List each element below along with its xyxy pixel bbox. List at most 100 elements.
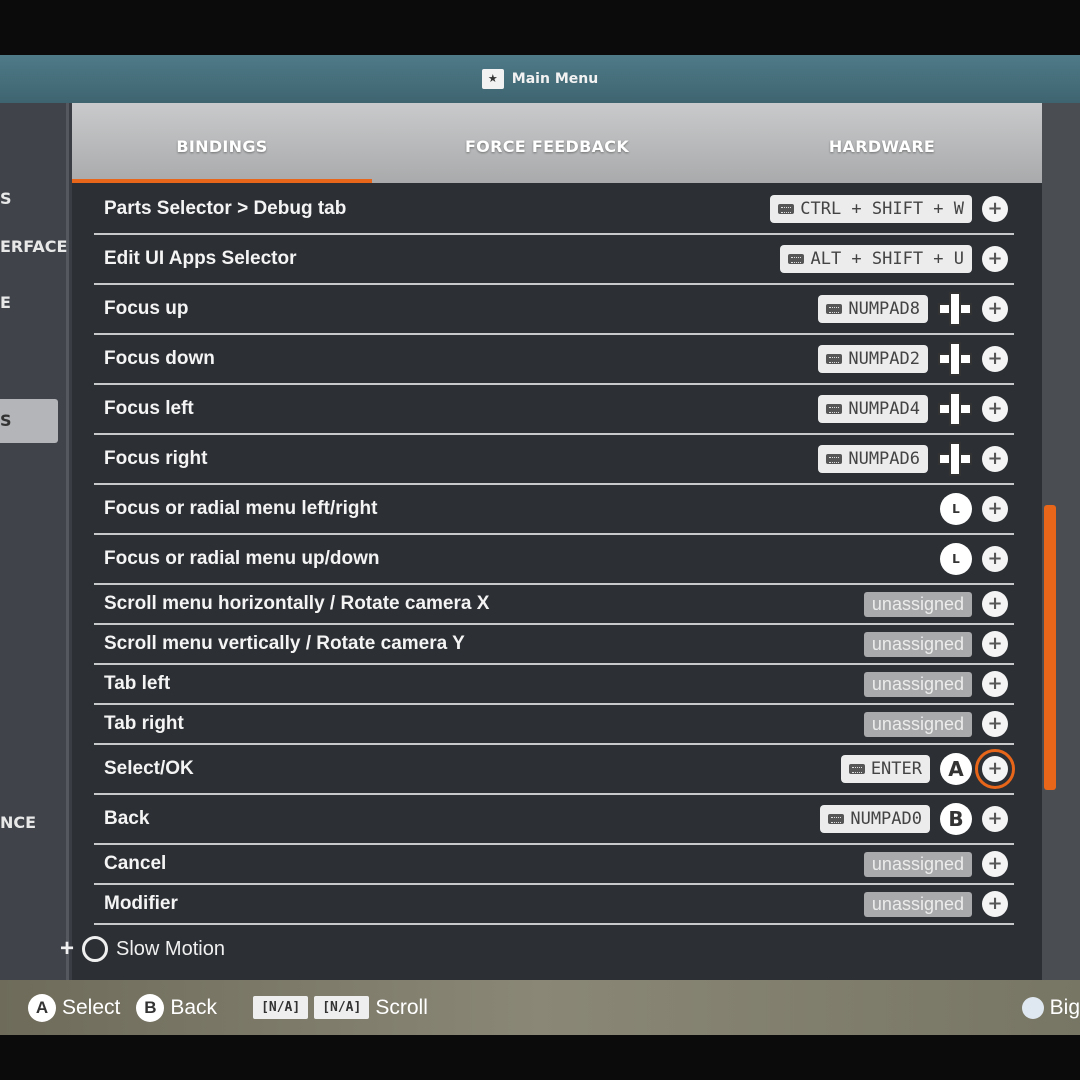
binding-label: Focus left [104,398,194,419]
dpad-icon[interactable] [938,342,972,376]
unassigned-badge[interactable]: unassigned [863,711,972,737]
unassigned-badge[interactable]: unassigned [863,671,972,697]
binding-row[interactable]: Cancel unassigned + [94,845,1014,885]
left-stick-vertical-icon[interactable]: L [940,543,972,575]
sidebar-item[interactable]: E [0,293,11,312]
binding-row[interactable]: Edit UI Apps Selector ALT + SHIFT + U + [94,235,1014,285]
back-hint-label: Back [170,995,218,1019]
controller-hints-bar: A Select B Back [N/A] [N/A] Scroll Big [0,980,1080,1035]
dpad-icon[interactable] [938,392,972,426]
a-button-icon[interactable]: A [940,753,972,785]
keyboard-binding[interactable]: NUMPAD4 [818,395,928,423]
add-binding-button[interactable]: + [982,396,1008,422]
binding-row[interactable]: Scroll menu horizontally / Rotate camera… [94,585,1014,625]
add-binding-button[interactable]: + [982,496,1008,522]
main-menu-icon: ★ [481,69,504,89]
binding-label: Select/OK [104,758,194,779]
binding-row[interactable]: Focus or radial menu left/right L + [94,485,1014,535]
binding-row[interactable]: Tab right unassigned + [94,705,1014,745]
binding-row[interactable]: Focus right NUMPAD6 + [94,435,1014,485]
binding-row[interactable]: Focus or radial menu up/down L + [94,535,1014,585]
keyboard-binding[interactable]: ALT + SHIFT + U [780,245,972,273]
keyboard-binding[interactable]: NUMPAD0 [820,805,930,833]
unassigned-badge[interactable]: unassigned [863,891,972,917]
sidebar-item-interface[interactable]: ERFACE [0,237,67,256]
add-binding-button[interactable]: + [982,631,1008,657]
scroll-key-1: [N/A] [253,996,309,1019]
b-button-icon: B [136,993,165,1022]
binding-row[interactable]: Scroll menu vertically / Rotate camera Y… [94,625,1014,665]
unassigned-badge[interactable]: unassigned [863,591,972,617]
add-binding-button[interactable]: + [982,246,1008,272]
add-binding-button[interactable]: + [982,891,1008,917]
binding-row[interactable]: Parts Selector > Debug tab CTRL + SHIFT … [94,185,1014,235]
tab-bindings[interactable]: BINDINGS [72,103,372,183]
keyboard-icon [826,354,843,364]
binding-label: Modifier [104,893,178,914]
tab-bar: BINDINGS FORCE FEEDBACK HARDWARE [72,103,1042,183]
add-binding-button[interactable]: + [982,346,1008,372]
keyboard-binding[interactable]: CTRL + SHIFT + W [770,195,972,223]
binding-label: Back [104,808,150,829]
keyboard-binding[interactable]: NUMPAD6 [818,445,928,473]
dpad-icon[interactable] [938,442,972,476]
binding-label: Tab right [104,713,184,734]
settings-sidebar: S ERFACE E S NCE [0,103,69,983]
keyboard-icon [848,764,865,774]
keyboard-icon [826,304,843,314]
scroll-hint[interactable]: [N/A] [N/A] Scroll [253,996,428,1020]
add-binding-button[interactable]: + [982,851,1008,877]
dpad-icon[interactable] [938,292,972,326]
binding-row[interactable]: Focus up NUMPAD8 + [94,285,1014,335]
keyboard-icon [788,254,805,264]
scrollbar-thumb[interactable] [1044,505,1056,790]
binding-label: Focus or radial menu up/down [104,548,380,569]
binding-label: Scroll menu vertically / Rotate camera Y [104,633,465,654]
add-binding-button[interactable]: + [982,546,1008,572]
b-button-icon[interactable]: B [940,803,972,835]
keyboard-icon [826,404,843,414]
sidebar-item-selected[interactable]: S [0,399,58,443]
binding-row[interactable]: Focus down NUMPAD2 + [94,335,1014,385]
keyboard-binding[interactable]: NUMPAD2 [818,345,928,373]
add-binding-button[interactable]: + [982,591,1008,617]
big-picture-label: Big [1049,995,1080,1019]
keyboard-binding[interactable]: ENTER [840,755,930,783]
keyboard-icon [826,454,843,464]
keyboard-icon [778,204,795,214]
sidebar-item[interactable]: S [0,189,12,208]
add-binding-button[interactable]: + [982,296,1008,322]
add-binding-button-focused[interactable]: + [975,749,1015,789]
binding-row[interactable]: Tab left unassigned + [94,665,1014,705]
select-hint-label: Select [62,995,121,1019]
scroll-key-2: [N/A] [314,996,370,1019]
tab-force-feedback[interactable]: FORCE FEEDBACK [402,103,692,183]
binding-label: Scroll menu horizontally / Rotate camera… [104,593,490,614]
left-stick-horizontal-icon[interactable]: L [940,493,972,525]
select-hint[interactable]: A Select [28,993,121,1022]
binding-label: Cancel [104,853,167,874]
a-button-icon: A [28,993,56,1022]
unassigned-badge[interactable]: unassigned [863,631,972,657]
binding-row[interactable]: Select/OK ENTER A + [94,745,1015,795]
binding-row[interactable]: Modifier unassigned + [94,885,1014,925]
tab-hardware[interactable]: HARDWARE [752,103,1012,183]
settings-panel: BINDINGS FORCE FEEDBACK HARDWARE Parts S… [72,103,1042,983]
unassigned-badge[interactable]: unassigned [863,851,972,877]
binding-row[interactable]: Back NUMPAD0 B + [94,795,1014,845]
binding-row[interactable]: Focus left NUMPAD4 + [94,385,1014,435]
add-binding-button[interactable]: + [982,446,1008,472]
stopwatch-icon [82,936,109,962]
keyboard-binding[interactable]: NUMPAD8 [818,295,928,323]
back-hint[interactable]: B Back [136,993,218,1022]
binding-label: Edit UI Apps Selector [104,248,297,269]
sidebar-item-performance[interactable]: NCE [0,813,36,832]
add-binding-button[interactable]: + [982,711,1008,737]
add-binding-button[interactable]: + [982,671,1008,697]
game-settings-screen: ★ Main Menu S ERFACE E S NCE BINDINGS FO… [0,55,1080,1035]
steam-big-picture-hint[interactable]: Big [1021,995,1080,1020]
add-binding-button[interactable]: + [982,196,1008,222]
binding-label: Focus right [104,448,208,469]
slow-motion-label: Slow Motion [116,937,225,960]
add-binding-button[interactable]: + [982,806,1008,832]
